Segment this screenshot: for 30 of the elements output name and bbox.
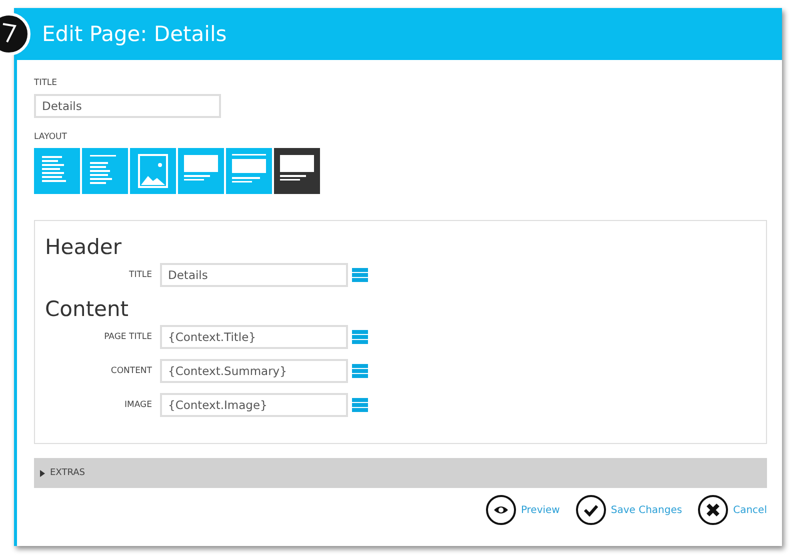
field-label: PAGE TITLE [103, 332, 152, 342]
input-field[interactable]: {Context.Title} [160, 325, 348, 349]
banner-layout-icon [184, 155, 218, 180]
close-icon [698, 495, 728, 525]
section-label: LAYOUT [34, 132, 68, 142]
list-icon[interactable] [352, 363, 368, 379]
title-field[interactable]: Details [34, 94, 221, 118]
field-label: TITLE [128, 270, 152, 280]
list-icon[interactable] [352, 329, 368, 345]
list-icon[interactable] [352, 397, 368, 413]
list-icon[interactable] [352, 267, 368, 283]
banner-layout-icon [232, 154, 266, 182]
field-label: IMAGE [124, 400, 152, 410]
banner-layout-icon [280, 155, 314, 180]
text-layout-icon [90, 155, 116, 184]
extras-label: EXTRAS [50, 468, 85, 478]
extras-bar[interactable]: EXTRAS [34, 458, 767, 488]
window-title: Edit Page: Details [42, 22, 227, 46]
checkmark-icon [576, 495, 606, 525]
eye-icon [486, 495, 516, 525]
layout-option[interactable] [274, 148, 320, 194]
image-layout-icon [138, 154, 168, 188]
field-label: TITLE [34, 78, 58, 88]
input-field[interactable]: Details [160, 263, 348, 287]
input-field[interactable]: {Context.Summary} [160, 359, 348, 383]
text-layout-icon [42, 156, 66, 182]
section-heading: Header [45, 235, 122, 259]
field-label: CONTENT [110, 366, 152, 376]
input-field[interactable]: {Context.Image} [160, 393, 348, 417]
section-heading: Content [45, 297, 130, 321]
